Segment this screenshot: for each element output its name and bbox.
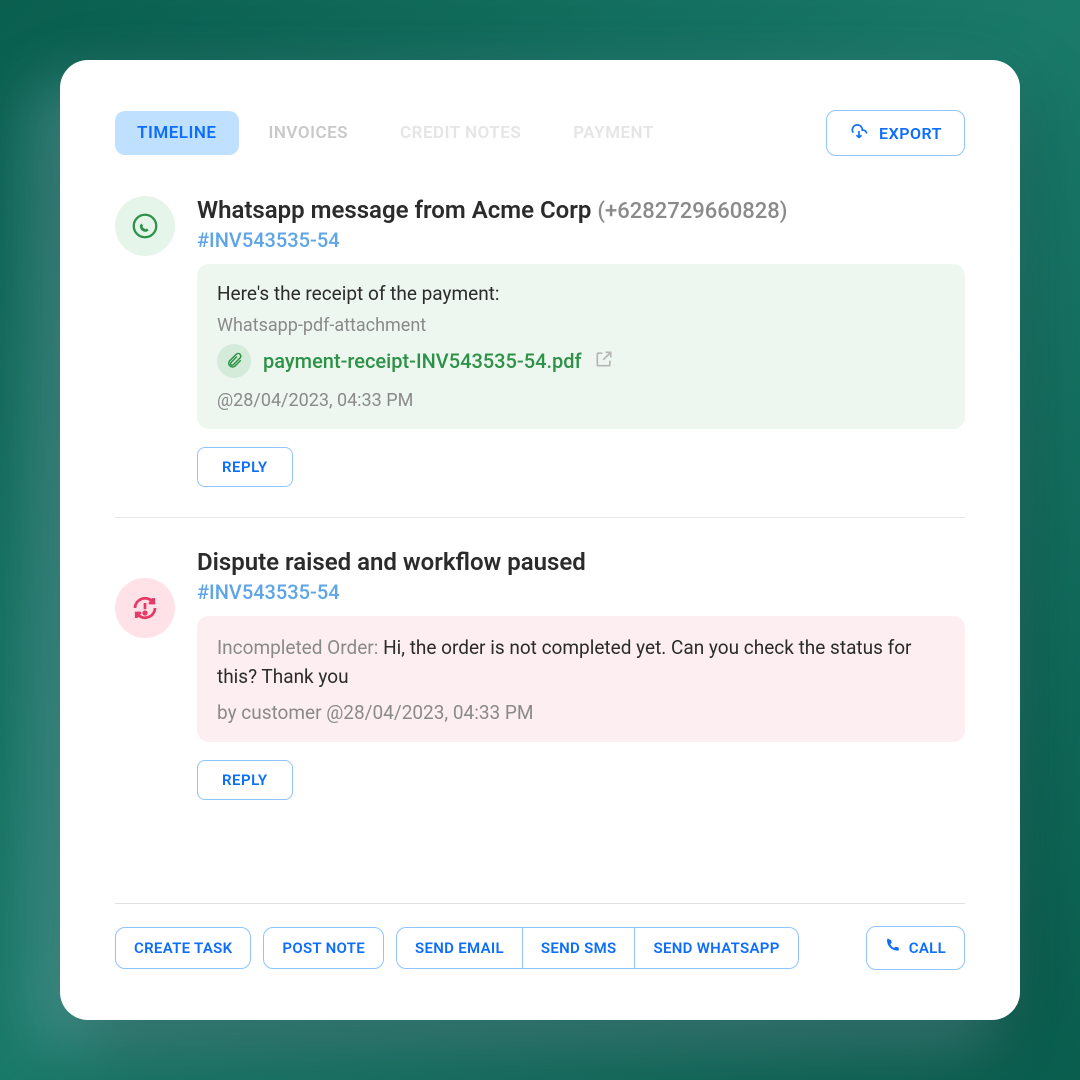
attachment-type-label: Whatsapp-pdf-attachment [217,315,945,336]
phone-number: (+6282729660828) [597,199,787,224]
tab-timeline[interactable]: TIMELINE [115,111,239,155]
attachment-filename: payment-receipt-INV543535-54.pdf [263,349,582,373]
paperclip-icon [217,344,251,378]
tab-invoices[interactable]: INVOICES [247,111,371,155]
action-bar: CREATE TASK POST NOTE SEND EMAIL SEND SM… [115,926,965,970]
tabs: TIMELINE INVOICES CREDIT NOTES PAYMENT [115,111,676,155]
byline: by customer @28/04/2023, 04:33 PM [217,701,945,724]
send-email-button[interactable]: SEND EMAIL [396,927,523,969]
message-text: Here's the receipt of the payment: [217,282,945,305]
timestamp: @28/04/2023, 04:33 PM [217,390,945,411]
phone-icon [885,938,901,958]
cloud-download-icon [849,121,869,145]
tab-credit-notes[interactable]: CREDIT NOTES [378,111,543,155]
dispute-category-label: Incompleted Order: [217,636,383,659]
call-label: CALL [909,939,946,957]
divider [115,903,965,904]
timeline-entry-whatsapp: Whatsapp message from Acme Corp (+628272… [115,196,965,518]
send-group: SEND EMAIL SEND SMS SEND WHATSAPP [396,927,799,969]
entry-title: Dispute raised and workflow paused [197,548,965,576]
export-button[interactable]: EXPORT [826,110,965,156]
dispute-body: Incompleted Order: Hi, the order is not … [217,634,945,691]
message-box: Incompleted Order: Hi, the order is not … [197,616,965,742]
send-sms-button[interactable]: SEND SMS [523,927,636,969]
timeline-card: TIMELINE INVOICES CREDIT NOTES PAYMENT E… [60,60,1020,1020]
dispute-icon [115,578,175,638]
external-link-icon[interactable] [594,349,614,373]
send-whatsapp-button[interactable]: SEND WHATSAPP [635,927,798,969]
export-label: EXPORT [879,124,942,143]
call-button[interactable]: CALL [866,926,965,970]
invoice-link[interactable]: #INV543535-54 [197,580,340,604]
tab-payment[interactable]: PAYMENT [551,111,676,155]
whatsapp-icon [115,196,175,256]
entry-title: Whatsapp message from Acme Corp (+628272… [197,196,965,224]
tabs-row: TIMELINE INVOICES CREDIT NOTES PAYMENT E… [115,110,965,156]
post-note-button[interactable]: POST NOTE [263,927,384,969]
timeline-list: Whatsapp message from Acme Corp (+628272… [115,196,965,903]
invoice-link[interactable]: #INV543535-54 [197,228,340,252]
timeline-entry-dispute: Dispute raised and workflow paused #INV5… [115,548,965,815]
entry-body: Whatsapp message from Acme Corp (+628272… [197,196,965,487]
entry-body: Dispute raised and workflow paused #INV5… [197,548,965,800]
create-task-button[interactable]: CREATE TASK [115,927,251,969]
reply-button[interactable]: REPLY [197,447,293,487]
reply-button[interactable]: REPLY [197,760,293,800]
message-box: Here's the receipt of the payment: Whats… [197,264,965,429]
attachment-row[interactable]: payment-receipt-INV543535-54.pdf [217,344,945,378]
